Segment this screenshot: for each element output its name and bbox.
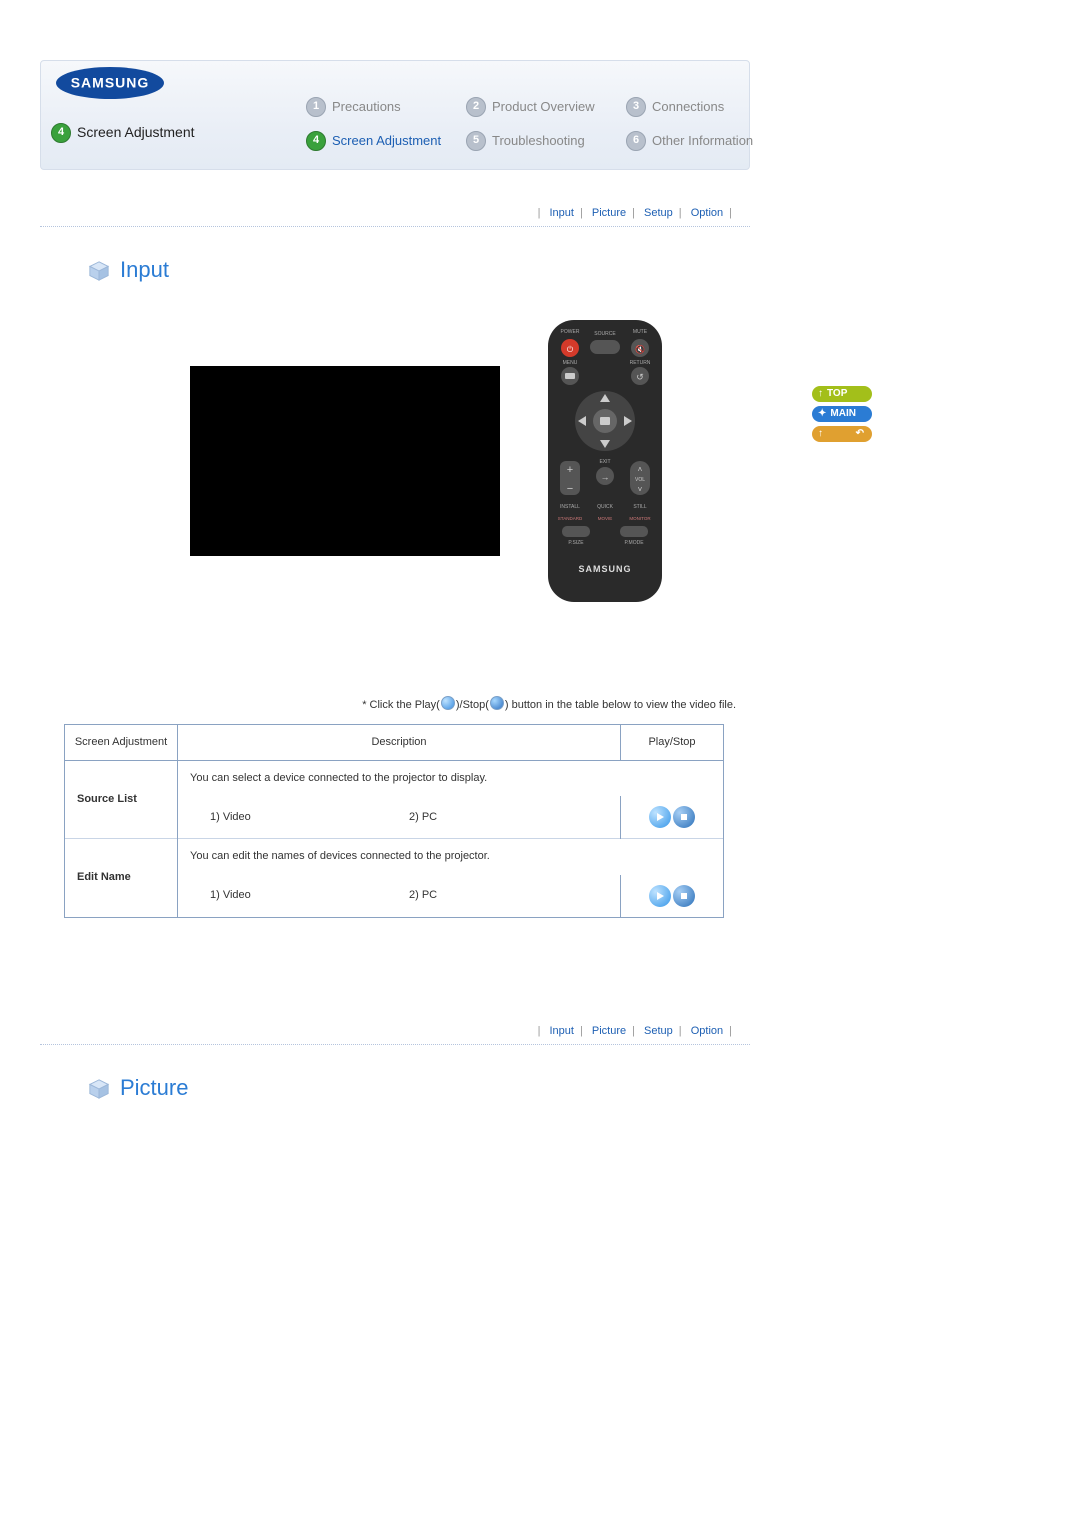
nav-other-information[interactable]: 6Other Information (626, 131, 796, 151)
divider (40, 1043, 750, 1045)
current-section-label: Screen Adjustment (77, 123, 195, 143)
opt-source-video: 1) Video (190, 810, 409, 825)
table-note: * Click the Play()/Stop() button in the … (40, 696, 750, 713)
play-button[interactable] (649, 885, 671, 907)
section-heading-input: Input (88, 255, 820, 286)
current-section-indicator: 4 Screen Adjustment (51, 123, 195, 143)
stop-icon (490, 696, 504, 710)
header-nav: 1Precautions 2Product Overview 3Connecti… (306, 97, 796, 151)
goto-top-button[interactable]: ↑TOP (812, 386, 872, 402)
nav-precautions[interactable]: 1Precautions (306, 97, 466, 117)
cube-icon (88, 1078, 110, 1100)
desc-source-list: You can select a device connected to the… (178, 760, 724, 796)
svg-text:MOVIE: MOVIE (598, 516, 613, 521)
svg-text:VOL: VOL (635, 477, 645, 483)
side-buttons: ↑TOP ✦MAIN ↑↶ (812, 386, 872, 442)
current-section-number: 4 (51, 123, 71, 143)
section-title: Input (120, 255, 169, 286)
brand-logo: SAMSUNG (55, 65, 165, 101)
opt-edit-video: 1) Video (190, 888, 409, 903)
goto-main-button[interactable]: ✦MAIN (812, 406, 872, 422)
video-preview (190, 366, 500, 556)
svg-text:STILL: STILL (633, 504, 647, 510)
opt-source-pc: 2) PC (409, 810, 608, 825)
play-button[interactable] (649, 806, 671, 828)
subnav-input[interactable]: Input (549, 1025, 573, 1037)
nav-connections[interactable]: 3Connections (626, 97, 796, 117)
remote-control-image: ⏻ POWER SOURCE MUTE 🔇 MENU RETURN ↺ (540, 316, 670, 606)
svg-text:−: − (567, 483, 573, 495)
subnav-setup[interactable]: Setup (644, 207, 673, 219)
svg-text:SAMSUNG: SAMSUNG (578, 564, 631, 574)
functions-table: Screen Adjustment Description Play/Stop … (64, 724, 724, 918)
opt-edit-pc: 2) PC (409, 888, 608, 903)
cube-icon (88, 260, 110, 282)
desc-edit-name: You can edit the names of devices connec… (178, 839, 724, 875)
row-source-list: Source List (65, 760, 178, 838)
svg-text:˄: ˄ (638, 465, 643, 474)
subnav-option[interactable]: Option (691, 207, 723, 219)
go-back-button[interactable]: ↑↶ (812, 426, 872, 442)
nav-troubleshooting[interactable]: 5Troubleshooting (466, 131, 626, 151)
nav-product-overview[interactable]: 2Product Overview (466, 97, 626, 117)
svg-text:MONITOR: MONITOR (629, 516, 651, 521)
section-title: Picture (120, 1073, 188, 1104)
svg-text:QUICK: QUICK (597, 504, 614, 510)
play-icon (441, 696, 455, 710)
subnav-option[interactable]: Option (691, 1025, 723, 1037)
svg-text:+: + (567, 464, 573, 476)
subnav-setup[interactable]: Setup (644, 1025, 673, 1037)
svg-text:MUTE: MUTE (633, 329, 648, 335)
svg-text:STANDARD: STANDARD (558, 516, 583, 521)
subnav-picture[interactable]: Picture (592, 207, 626, 219)
stop-button[interactable] (673, 806, 695, 828)
svg-text:↺: ↺ (636, 372, 644, 382)
subnav-picture[interactable]: Picture (592, 1025, 626, 1037)
svg-text:P.MODE: P.MODE (624, 540, 644, 546)
stop-button[interactable] (673, 885, 695, 907)
svg-text:SOURCE: SOURCE (594, 331, 616, 337)
svg-text:🔇: 🔇 (635, 344, 645, 354)
th-screen-adjustment: Screen Adjustment (65, 724, 178, 760)
svg-text:POWER: POWER (561, 329, 580, 335)
svg-text:RETURN: RETURN (630, 360, 651, 366)
subnav-input[interactable]: Input (549, 207, 573, 219)
row-edit-name: Edit Name (65, 839, 178, 917)
svg-text:→: → (601, 472, 610, 482)
th-description: Description (178, 724, 621, 760)
nav-screen-adjustment[interactable]: 4Screen Adjustment (306, 131, 466, 151)
svg-text:MENU: MENU (563, 360, 578, 366)
svg-text:⏻: ⏻ (567, 345, 574, 354)
header-banner: SAMSUNG 4 Screen Adjustment 1Precautions… (40, 60, 750, 170)
subnav: | Input| Picture| Setup| Option| (40, 1024, 750, 1039)
svg-text:INSTALL: INSTALL (560, 504, 580, 510)
svg-text:P.SIZE: P.SIZE (568, 540, 584, 546)
svg-text:SAMSUNG: SAMSUNG (71, 75, 150, 91)
divider (40, 225, 750, 227)
th-play-stop: Play/Stop (621, 724, 724, 760)
svg-text:EXIT: EXIT (599, 459, 610, 465)
subnav: | Input| Picture| Setup| Option| (40, 206, 750, 221)
svg-text:˅: ˅ (638, 485, 643, 494)
section-heading-picture: Picture (88, 1073, 820, 1104)
